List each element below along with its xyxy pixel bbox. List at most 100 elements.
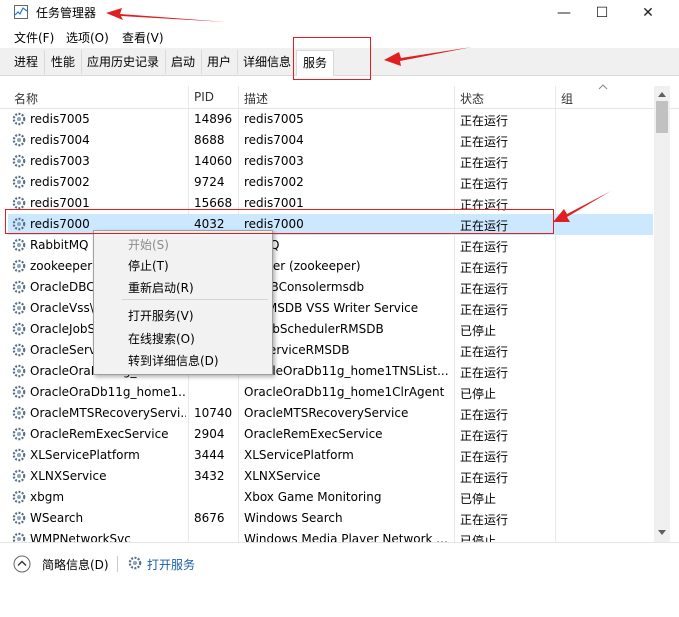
- service-gear-icon: [12, 175, 26, 189]
- service-name: OracleRemExecService: [30, 427, 169, 441]
- col-name[interactable]: 名称: [14, 90, 38, 107]
- service-status: 正在运行: [460, 513, 509, 527]
- service-pid: 10740: [194, 406, 233, 420]
- service-row[interactable]: XLServicePlatform 3444 XLServicePlatform 正在…: [8, 445, 653, 466]
- service-gear-icon: [12, 343, 26, 357]
- ctx-restart[interactable]: 重新启动(R): [128, 279, 194, 296]
- vertical-scrollbar[interactable]: [654, 86, 670, 542]
- maximize-icon: ☐: [595, 5, 609, 21]
- service-pid: 2904: [194, 427, 225, 441]
- service-name: XLNXService: [30, 469, 107, 483]
- service-gear-icon: [12, 112, 26, 126]
- service-description: OracleRemExecService: [244, 427, 383, 441]
- service-name: xbgm: [30, 490, 65, 504]
- service-gear-icon: [12, 385, 26, 399]
- collapse-chevron-icon[interactable]: [13, 555, 31, 573]
- footer-bar: [0, 542, 679, 617]
- ctx-stop[interactable]: 停止(T): [128, 257, 169, 274]
- service-gear-icon: [12, 469, 26, 483]
- service-status: 正在运行: [460, 135, 509, 149]
- ctx-open-services[interactable]: 打开服务(V): [128, 307, 194, 324]
- close-icon: ✕: [642, 5, 654, 21]
- annotation-box-selected-row: [5, 209, 554, 234]
- service-gear-icon: [12, 301, 26, 315]
- service-row[interactable]: xbgm Xbox Game Monitoring 已停止: [8, 487, 653, 508]
- scrollbar-thumb[interactable]: [656, 101, 668, 133]
- open-services-link[interactable]: 打开服务: [147, 556, 195, 573]
- service-row[interactable]: redis7002 9724 redis7002 正在运行: [8, 172, 653, 193]
- service-description: Xbox Game Monitoring: [244, 490, 382, 504]
- service-row[interactable]: OracleRemExecService 2904 OracleRemExecSer…: [8, 424, 653, 445]
- service-row[interactable]: WSearch 8676 Windows Search 正在运行: [8, 508, 653, 529]
- ctx-search-online[interactable]: 在线搜索(O): [128, 330, 195, 347]
- service-status: 正在运行: [460, 345, 509, 359]
- service-pid: 15668: [194, 196, 233, 210]
- service-name: OracleMTSRecoveryServi...: [30, 406, 186, 420]
- service-row[interactable]: OracleMTSRecoveryServi... 10740 OracleMTSR…: [8, 403, 653, 424]
- service-description: XLNXService: [244, 469, 321, 483]
- col-pid[interactable]: PID: [194, 90, 214, 104]
- service-row[interactable]: XLNXService 3432 XLNXService 正在运行: [8, 466, 653, 487]
- tab-users[interactable]: 用户: [201, 50, 239, 74]
- service-row[interactable]: redis7005 14896 redis7005 正在运行: [8, 109, 653, 130]
- task-manager-icon: [14, 5, 28, 19]
- tab-app-history[interactable]: 应用历史记录: [81, 50, 167, 74]
- service-name: XLServicePlatform: [30, 448, 140, 462]
- service-pid: 9724: [194, 175, 225, 189]
- maximize-button[interactable]: ☐: [579, 0, 625, 26]
- service-description: keeper (zookeeper): [244, 259, 361, 273]
- ctx-start[interactable]: 开始(S): [128, 236, 169, 253]
- ctx-goto-details[interactable]: 转到详细信息(D): [128, 352, 219, 369]
- service-status: 正在运行: [460, 114, 509, 128]
- tab-processes[interactable]: 进程: [8, 50, 46, 74]
- tab-performance[interactable]: 性能: [45, 50, 83, 74]
- service-description: XLServicePlatform: [244, 448, 354, 462]
- service-name: redis7003: [30, 154, 90, 168]
- service-description: redis7005: [244, 112, 304, 126]
- service-name: redis7005: [30, 112, 90, 126]
- service-gear-icon: [12, 322, 26, 336]
- service-status: 正在运行: [460, 240, 509, 254]
- close-button[interactable]: ✕: [625, 0, 671, 26]
- col-desc[interactable]: 描述: [244, 90, 268, 107]
- service-description: cleServiceRMSDB: [244, 343, 350, 357]
- service-description: cleJobSchedulerRMSDB: [244, 322, 384, 336]
- service-row[interactable]: OracleOraDb11g_home1... OracleOraDb11g_ho…: [8, 382, 653, 403]
- minimize-icon: —: [557, 5, 571, 21]
- service-description: le RMSDB VSS Writer Service: [244, 301, 419, 315]
- context-menu: 开始(S) 停止(T) 重新启动(R) 打开服务(V) 在线搜索(O) 转到详细…: [93, 230, 273, 375]
- service-status: 已停止: [460, 492, 497, 506]
- col-group[interactable]: 组: [561, 90, 573, 107]
- service-description: redis7002: [244, 175, 304, 189]
- service-status: 正在运行: [460, 429, 509, 443]
- service-gear-icon: [12, 133, 26, 147]
- service-status: 正在运行: [460, 450, 509, 464]
- tab-startup[interactable]: 启动: [165, 50, 203, 74]
- menu-view[interactable]: 查看(V): [122, 29, 164, 46]
- service-row[interactable]: redis7003 14060 redis7003 正在运行: [8, 151, 653, 172]
- service-row[interactable]: redis7004 8688 redis7004 正在运行: [8, 130, 653, 151]
- title-bar: 任务管理器 — ☐ ✕: [0, 0, 679, 26]
- col-status[interactable]: 状态: [460, 90, 484, 107]
- service-status: 正在运行: [460, 156, 509, 170]
- scroll-down-icon[interactable]: [657, 529, 667, 537]
- column-header-row: [0, 86, 679, 109]
- ctx-separator: [122, 299, 268, 300]
- sort-chevron-icon: [598, 84, 608, 90]
- service-description: OracleOraDb11g_home1TNSList...: [244, 364, 449, 378]
- scroll-up-icon[interactable]: [657, 90, 667, 98]
- service-gear-icon: [12, 448, 26, 462]
- service-name: WSearch: [30, 511, 84, 525]
- brief-info-button[interactable]: 简略信息(D): [42, 556, 109, 573]
- tab-details[interactable]: 详细信息: [237, 50, 299, 74]
- service-gear-icon: [12, 259, 26, 273]
- service-name: redis7001: [30, 196, 90, 210]
- service-status: 已停止: [460, 387, 497, 401]
- service-gear-icon: [12, 154, 26, 168]
- menu-file[interactable]: 文件(F): [14, 29, 54, 46]
- service-gear-icon: [12, 490, 26, 504]
- service-pid: 14060: [194, 154, 233, 168]
- service-gear-icon: [12, 364, 26, 378]
- menu-options[interactable]: 选项(O): [66, 29, 109, 46]
- annotation-box-services-tab: [293, 37, 371, 80]
